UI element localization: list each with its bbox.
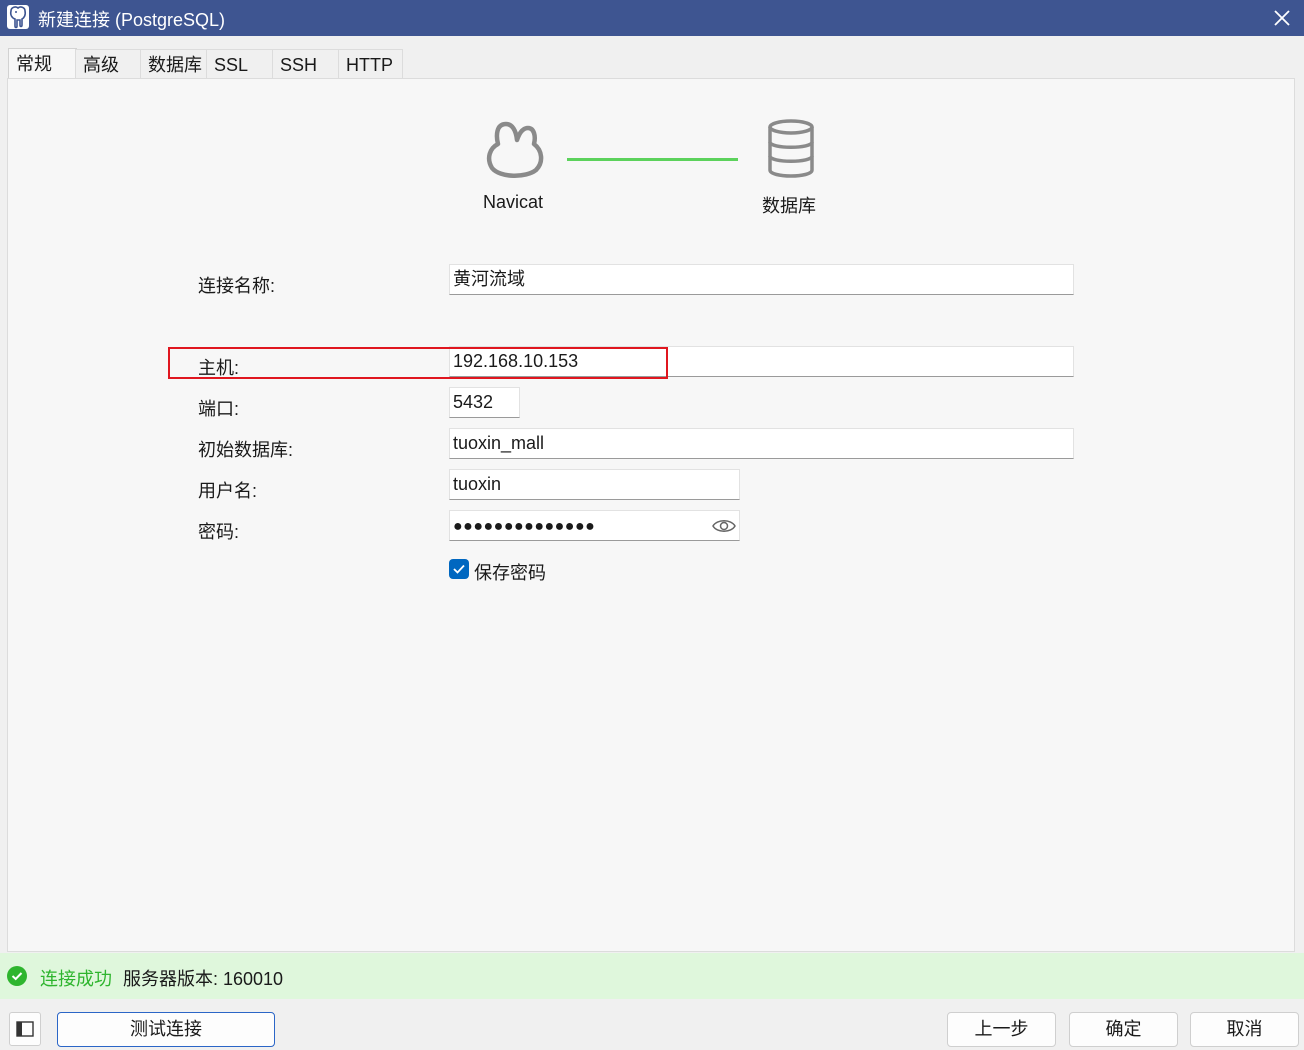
window-title: 新建连接 (PostgreSQL) bbox=[38, 10, 226, 30]
tab-advanced[interactable]: 高级 bbox=[75, 49, 141, 79]
initial-database-label: 初始数据库: bbox=[198, 440, 294, 460]
host-highlight-box bbox=[168, 347, 668, 379]
status-message: 连接成功 bbox=[40, 969, 112, 989]
sidebar-toggle-icon bbox=[16, 1021, 34, 1037]
tab-http[interactable]: HTTP bbox=[338, 49, 403, 79]
cancel-button[interactable]: 取消 bbox=[1190, 1012, 1299, 1047]
port-field[interactable]: 5432 bbox=[449, 387, 520, 418]
test-connection-button[interactable]: 测试连接 bbox=[57, 1012, 275, 1047]
tab-ssl[interactable]: SSL bbox=[206, 49, 273, 79]
password-field[interactable]: ●●●●●●●●●●●●●● bbox=[449, 510, 740, 541]
tab-ssh[interactable]: SSH bbox=[272, 49, 339, 79]
navicat-logo-icon bbox=[484, 118, 546, 185]
check-circle-icon bbox=[7, 966, 27, 986]
status-bar: 连接成功 服务器版本: 160010 bbox=[0, 953, 1304, 999]
password-label: 密码: bbox=[198, 522, 240, 542]
tab-general[interactable]: 常规 bbox=[8, 48, 77, 79]
navicat-label: Navicat bbox=[483, 192, 544, 212]
ok-button[interactable]: 确定 bbox=[1069, 1012, 1178, 1047]
connection-name-field[interactable]: 黄河流域 bbox=[449, 264, 1074, 295]
database-icon bbox=[766, 118, 816, 185]
database-label: 数据库 bbox=[762, 196, 816, 216]
save-password-label: 保存密码 bbox=[474, 563, 546, 583]
eye-icon[interactable] bbox=[711, 514, 737, 538]
port-label: 端口: bbox=[198, 399, 240, 419]
postgresql-elephant-icon bbox=[7, 5, 29, 29]
save-password-checkbox[interactable] bbox=[449, 559, 469, 579]
sidebar-toggle-button[interactable] bbox=[9, 1012, 41, 1046]
username-field[interactable]: tuoxin bbox=[449, 469, 740, 500]
back-button[interactable]: 上一步 bbox=[947, 1012, 1056, 1047]
tab-databases[interactable]: 数据库 bbox=[140, 49, 207, 79]
title-bar: 新建连接 (PostgreSQL) bbox=[0, 0, 1304, 36]
server-version: 服务器版本: 160010 bbox=[123, 969, 284, 989]
initial-database-field[interactable]: tuoxin_mall bbox=[449, 428, 1074, 459]
close-icon[interactable] bbox=[1268, 4, 1296, 32]
password-value: ●●●●●●●●●●●●●● bbox=[453, 518, 596, 535]
username-label: 用户名: bbox=[198, 481, 258, 501]
connection-name-label: 连接名称: bbox=[198, 276, 276, 296]
connection-line bbox=[567, 158, 738, 161]
